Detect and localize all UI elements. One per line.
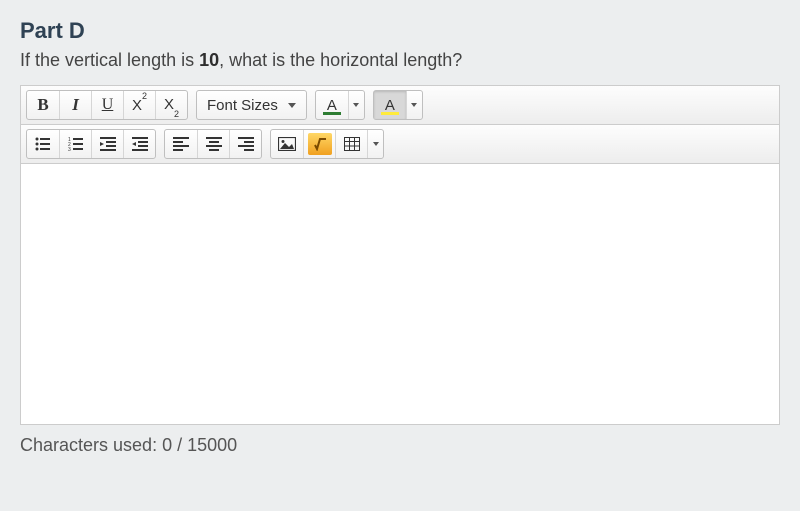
question-text: If the vertical length is 10, what is th… (20, 50, 780, 71)
insert-equation-button[interactable] (303, 130, 335, 158)
bullet-list-button[interactable] (27, 130, 59, 158)
text-color-button[interactable]: A (316, 91, 348, 119)
char-count-max: 15000 (187, 435, 237, 455)
insert-image-button[interactable] (271, 130, 303, 158)
chevron-down-icon (353, 103, 359, 107)
forecolor-group: A (315, 90, 365, 120)
table-dropdown[interactable] (367, 130, 383, 158)
outdent-icon (132, 137, 148, 151)
question-suffix: , what is the horizontal length? (219, 50, 462, 70)
align-center-button[interactable] (197, 130, 229, 158)
char-count-sep: / (172, 435, 187, 455)
question-prefix: If the vertical length is (20, 50, 199, 70)
font-sizes-dropdown[interactable]: Font Sizes (197, 91, 306, 119)
question-value: 10 (199, 50, 219, 70)
subscript-button[interactable]: X2 (155, 91, 187, 119)
bold-icon: B (37, 95, 48, 115)
insert-group (270, 129, 384, 159)
highlight-color-swatch (381, 112, 399, 115)
numbered-list-button[interactable]: 1 2 3 (59, 130, 91, 158)
table-icon (344, 137, 360, 151)
svg-text:3: 3 (68, 147, 71, 151)
text-color-swatch (323, 112, 341, 115)
answer-textarea[interactable] (21, 164, 779, 424)
part-title: Part D (20, 18, 780, 44)
indent-icon (100, 137, 116, 151)
superscript-button[interactable]: X2 (123, 91, 155, 119)
align-group (164, 129, 262, 159)
chevron-down-icon (411, 103, 417, 107)
align-left-button[interactable] (165, 130, 197, 158)
fontsize-group: Font Sizes (196, 90, 307, 120)
italic-icon: I (72, 95, 79, 115)
equation-icon (308, 133, 332, 155)
underline-button[interactable]: U (91, 91, 123, 119)
text-color-icon: A (327, 97, 337, 114)
image-icon (278, 137, 296, 151)
chevron-down-icon (288, 103, 296, 108)
align-right-icon (238, 137, 254, 151)
highlight-color-icon: A (385, 97, 395, 114)
format-group: B I U X2 X2 (26, 90, 188, 120)
backcolor-group: A (373, 90, 423, 120)
toolbar-row-1: B I U X2 X2 Font Sizes A A (21, 86, 779, 125)
numbered-list-icon: 1 2 3 (68, 137, 84, 151)
underline-icon: U (102, 96, 114, 114)
bold-button[interactable]: B (27, 91, 59, 119)
rich-text-editor: B I U X2 X2 Font Sizes A A (20, 85, 780, 425)
chevron-down-icon (373, 142, 379, 146)
insert-table-button[interactable] (335, 130, 367, 158)
align-left-icon (173, 137, 189, 151)
highlight-color-dropdown[interactable] (406, 91, 422, 119)
bullet-list-icon (35, 137, 51, 151)
character-count: Characters used: 0 / 15000 (20, 435, 780, 456)
superscript-icon: X2 (132, 96, 147, 114)
subscript-icon: X2 (164, 96, 179, 115)
text-color-dropdown[interactable] (348, 91, 364, 119)
align-center-icon (206, 137, 222, 151)
font-sizes-label: Font Sizes (207, 97, 278, 114)
align-right-button[interactable] (229, 130, 261, 158)
toolbar-row-2: 1 2 3 (21, 125, 779, 164)
char-count-prefix: Characters used: (20, 435, 162, 455)
highlight-color-button[interactable]: A (374, 91, 406, 119)
indent-button[interactable] (91, 130, 123, 158)
outdent-button[interactable] (123, 130, 155, 158)
char-count-used: 0 (162, 435, 172, 455)
italic-button[interactable]: I (59, 91, 91, 119)
list-group: 1 2 3 (26, 129, 156, 159)
